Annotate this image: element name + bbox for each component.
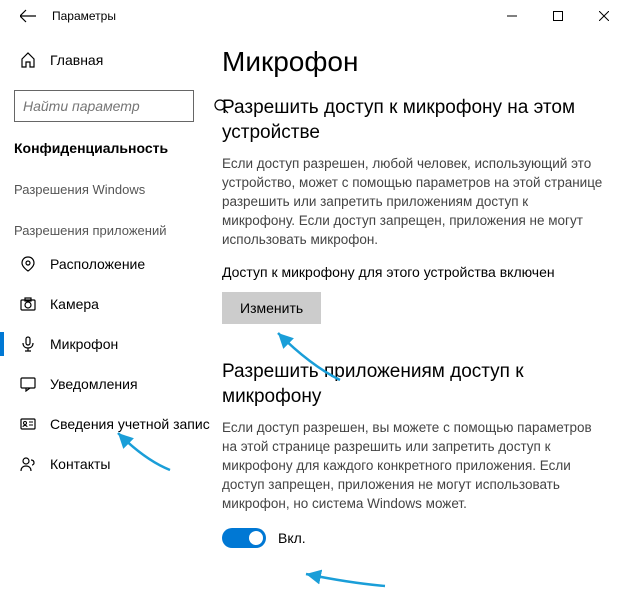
sidebar-category: Конфиденциальность — [0, 122, 210, 162]
sidebar-item-label: Контакты — [50, 456, 110, 472]
sidebar-item-microphone[interactable]: Микрофон — [0, 324, 210, 364]
home-icon — [20, 52, 36, 68]
section1-description: Если доступ разрешен, любой человек, исп… — [222, 155, 603, 249]
search-icon — [213, 98, 229, 114]
content: Микрофон Разрешить доступ к микрофону на… — [210, 32, 627, 600]
account-info-icon — [20, 416, 36, 432]
sidebar-item-notifications[interactable]: Уведомления — [0, 364, 210, 404]
sidebar: Главная Конфиденциальность Разрешения Wi… — [0, 32, 210, 600]
section2-description: Если доступ разрешен, вы можете с помощь… — [222, 419, 603, 513]
section1-status: Доступ к микрофону для этого устройства … — [222, 264, 603, 280]
sidebar-item-label: Расположение — [50, 256, 145, 272]
sidebar-home-label: Главная — [50, 52, 103, 68]
window-title: Параметры — [52, 9, 116, 23]
back-button[interactable] — [20, 8, 36, 24]
sidebar-item-label: Уведомления — [50, 376, 138, 392]
minimize-button[interactable] — [489, 0, 535, 32]
microphone-icon — [20, 336, 36, 352]
sidebar-item-account-info[interactable]: Сведения учетной записи — [0, 404, 210, 444]
location-icon — [20, 256, 36, 272]
allow-apps-toggle[interactable] — [222, 528, 266, 548]
search-input-wrapper — [14, 90, 194, 122]
maximize-button[interactable] — [535, 0, 581, 32]
section1-heading: Разрешить доступ к микрофону на этом уст… — [222, 96, 603, 145]
sidebar-group-windows: Разрешения Windows — [0, 162, 210, 203]
close-button[interactable] — [581, 0, 627, 32]
sidebar-item-label: Сведения учетной записи — [50, 416, 210, 432]
section2-heading: Разрешить приложениям доступ к микрофону — [222, 360, 603, 409]
page-title: Микрофон — [222, 46, 603, 78]
toggle-label: Вкл. — [278, 530, 306, 546]
camera-icon — [20, 296, 36, 312]
sidebar-item-label: Микрофон — [50, 336, 118, 352]
sidebar-item-label: Камера — [50, 296, 99, 312]
sidebar-home[interactable]: Главная — [0, 44, 210, 76]
contacts-icon — [20, 456, 36, 472]
search-input[interactable] — [15, 98, 213, 114]
sidebar-group-apps: Разрешения приложений — [0, 203, 210, 244]
sidebar-item-camera[interactable]: Камера — [0, 284, 210, 324]
change-button[interactable]: Изменить — [222, 292, 321, 324]
sidebar-item-contacts[interactable]: Контакты — [0, 444, 210, 484]
sidebar-item-location[interactable]: Расположение — [0, 244, 210, 284]
notifications-icon — [20, 376, 36, 392]
titlebar: Параметры — [0, 0, 627, 32]
